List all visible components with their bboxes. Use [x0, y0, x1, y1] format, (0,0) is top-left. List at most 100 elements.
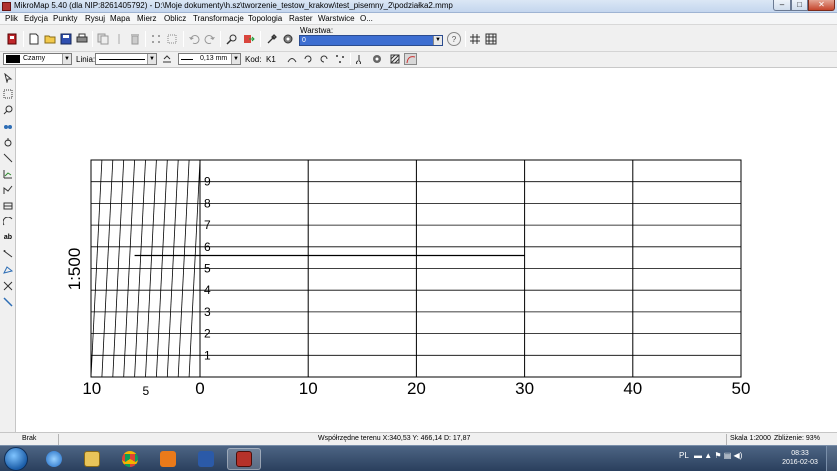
- scale-bar-drawing: 12345678910 5 0 10 20 30 40 501:500: [65, 159, 751, 398]
- note-icon[interactable]: [354, 53, 367, 65]
- explorer-taskbar-icon[interactable]: [75, 448, 109, 470]
- help-icon[interactable]: ?: [447, 32, 461, 46]
- chart-tool-icon[interactable]: [2, 167, 14, 180]
- new-file-icon[interactable]: [27, 32, 41, 46]
- line-style-select[interactable]: ▼: [95, 53, 157, 65]
- media-player-taskbar-icon[interactable]: [151, 448, 185, 470]
- chevron-down-icon[interactable]: ▼: [433, 36, 442, 45]
- row-label: 1: [204, 348, 211, 362]
- hash-grid-icon[interactable]: [484, 32, 498, 46]
- redo-icon[interactable]: [203, 32, 217, 46]
- cut-icon[interactable]: [112, 32, 126, 46]
- axis-label: 20: [407, 379, 426, 398]
- tray-icons[interactable]: ▬ ▲ ⚑ ▤ ◀): [694, 451, 742, 460]
- menu-punkty[interactable]: Punkty: [53, 14, 77, 23]
- code-value[interactable]: K1: [266, 55, 276, 64]
- chrome-taskbar-icon[interactable]: [113, 448, 147, 470]
- axis-label: 30: [515, 379, 534, 398]
- export-icon[interactable]: [242, 32, 256, 46]
- line-width-select[interactable]: 0,13 mm ▼: [178, 53, 241, 65]
- minimize-button[interactable]: –: [773, 0, 791, 11]
- line-tool-icon[interactable]: [2, 151, 14, 164]
- arc-tool-icon[interactable]: [2, 215, 14, 228]
- arc-icon[interactable]: [285, 53, 298, 65]
- start-button[interactable]: [4, 447, 28, 471]
- system-clock[interactable]: 08:33 2016-02-03: [780, 449, 820, 467]
- binoculars-icon[interactable]: [2, 119, 14, 132]
- print-icon[interactable]: [75, 32, 89, 46]
- scale-label: 1:500: [65, 248, 84, 291]
- chevron-down-icon[interactable]: ▼: [231, 54, 240, 64]
- rectangle-select-icon[interactable]: [2, 87, 14, 100]
- chevron-down-icon[interactable]: ▼: [62, 54, 71, 64]
- line-width-preview: [181, 59, 193, 60]
- line-style-preview: [99, 59, 145, 60]
- row-label: 3: [204, 305, 211, 319]
- menu-warstwice[interactable]: Warstwice: [318, 14, 355, 23]
- close-button[interactable]: ✕: [808, 0, 835, 11]
- polyline-icon[interactable]: [2, 183, 14, 196]
- line-width-value: 0,13 mm: [200, 55, 228, 62]
- pointer-icon[interactable]: [2, 71, 14, 84]
- language-indicator[interactable]: PL: [679, 451, 689, 460]
- layer-value: 0: [302, 37, 306, 44]
- rotate-left-icon[interactable]: [301, 53, 314, 65]
- line-label: Linia:: [76, 55, 96, 64]
- chevron-down-icon[interactable]: ▼: [147, 54, 156, 64]
- point-icon[interactable]: [2, 135, 14, 148]
- rotate-right-icon[interactable]: [317, 53, 330, 65]
- find-icon[interactable]: [225, 32, 239, 46]
- delete-icon[interactable]: [128, 32, 142, 46]
- scatter-icon[interactable]: [333, 53, 346, 65]
- undo-icon[interactable]: [187, 32, 201, 46]
- curve-icon[interactable]: [404, 53, 417, 65]
- color-swatch: [6, 55, 20, 63]
- axis-label: 5: [143, 384, 150, 398]
- hatch-icon[interactable]: [388, 53, 401, 65]
- layer-select[interactable]: 0 ▼: [299, 35, 443, 46]
- menu-transformacje[interactable]: Transformacje: [193, 14, 244, 23]
- text-tool-icon[interactable]: ab: [2, 231, 14, 244]
- select-points-icon[interactable]: [165, 32, 179, 46]
- diagonal-icon[interactable]: [2, 295, 14, 308]
- word-taskbar-icon[interactable]: [189, 448, 223, 470]
- menu-mapa[interactable]: Mapa: [110, 14, 130, 23]
- maximize-button[interactable]: □: [791, 0, 808, 11]
- show-desktop-button[interactable]: [826, 446, 837, 471]
- grid-dots-icon[interactable]: [149, 32, 163, 46]
- menu-plik[interactable]: Plik: [5, 14, 18, 23]
- open-folder-icon[interactable]: [43, 32, 57, 46]
- symbol-icon[interactable]: [370, 53, 383, 65]
- ie-taskbar-icon[interactable]: [37, 448, 71, 470]
- menu-edycja[interactable]: Edycja: [24, 14, 48, 23]
- polygon-icon[interactable]: [2, 263, 14, 276]
- table-icon[interactable]: [2, 199, 14, 212]
- menu-o[interactable]: O...: [360, 14, 373, 23]
- menu-mierz[interactable]: Mierz: [137, 14, 157, 23]
- row-label: 5: [204, 262, 211, 276]
- tools-icon[interactable]: [265, 32, 279, 46]
- menu-rysuj[interactable]: Rysuj: [85, 14, 105, 23]
- color-select[interactable]: Czarny ▼: [3, 53, 72, 65]
- clock-date: 2016-02-03: [782, 459, 818, 466]
- color-value: Czarny: [23, 55, 46, 62]
- menu-topologia[interactable]: Topologia: [248, 14, 282, 23]
- map-canvas[interactable]: 1 2 3 4 5 6 7 8 9 10 5 0 10 20 30 40 50 1:500: [17, 69, 837, 432]
- exit-icon[interactable]: [5, 32, 19, 46]
- menu-oblicz[interactable]: Oblicz: [164, 14, 186, 23]
- copy-icon[interactable]: [96, 32, 110, 46]
- menu-bar: Plik Edycja Punkty Rysuj Mapa Mierz Obli…: [0, 13, 837, 25]
- zoom-icon[interactable]: [2, 103, 14, 116]
- line-style-edit-icon[interactable]: [160, 53, 173, 65]
- intersect-icon[interactable]: [2, 279, 14, 292]
- menu-raster[interactable]: Raster: [289, 14, 313, 23]
- measure-icon[interactable]: [2, 247, 14, 260]
- axis-label: 50: [732, 379, 751, 398]
- code-label: Kod:: [245, 55, 262, 64]
- save-icon[interactable]: [59, 32, 73, 46]
- mikromap-taskbar-icon[interactable]: [227, 448, 261, 470]
- status-zoom: Zbliżenie: 93%: [774, 435, 820, 442]
- mikromap-app-icon[interactable]: [2, 2, 11, 11]
- settings-icon[interactable]: [281, 32, 295, 46]
- grid-icon[interactable]: [468, 32, 482, 46]
